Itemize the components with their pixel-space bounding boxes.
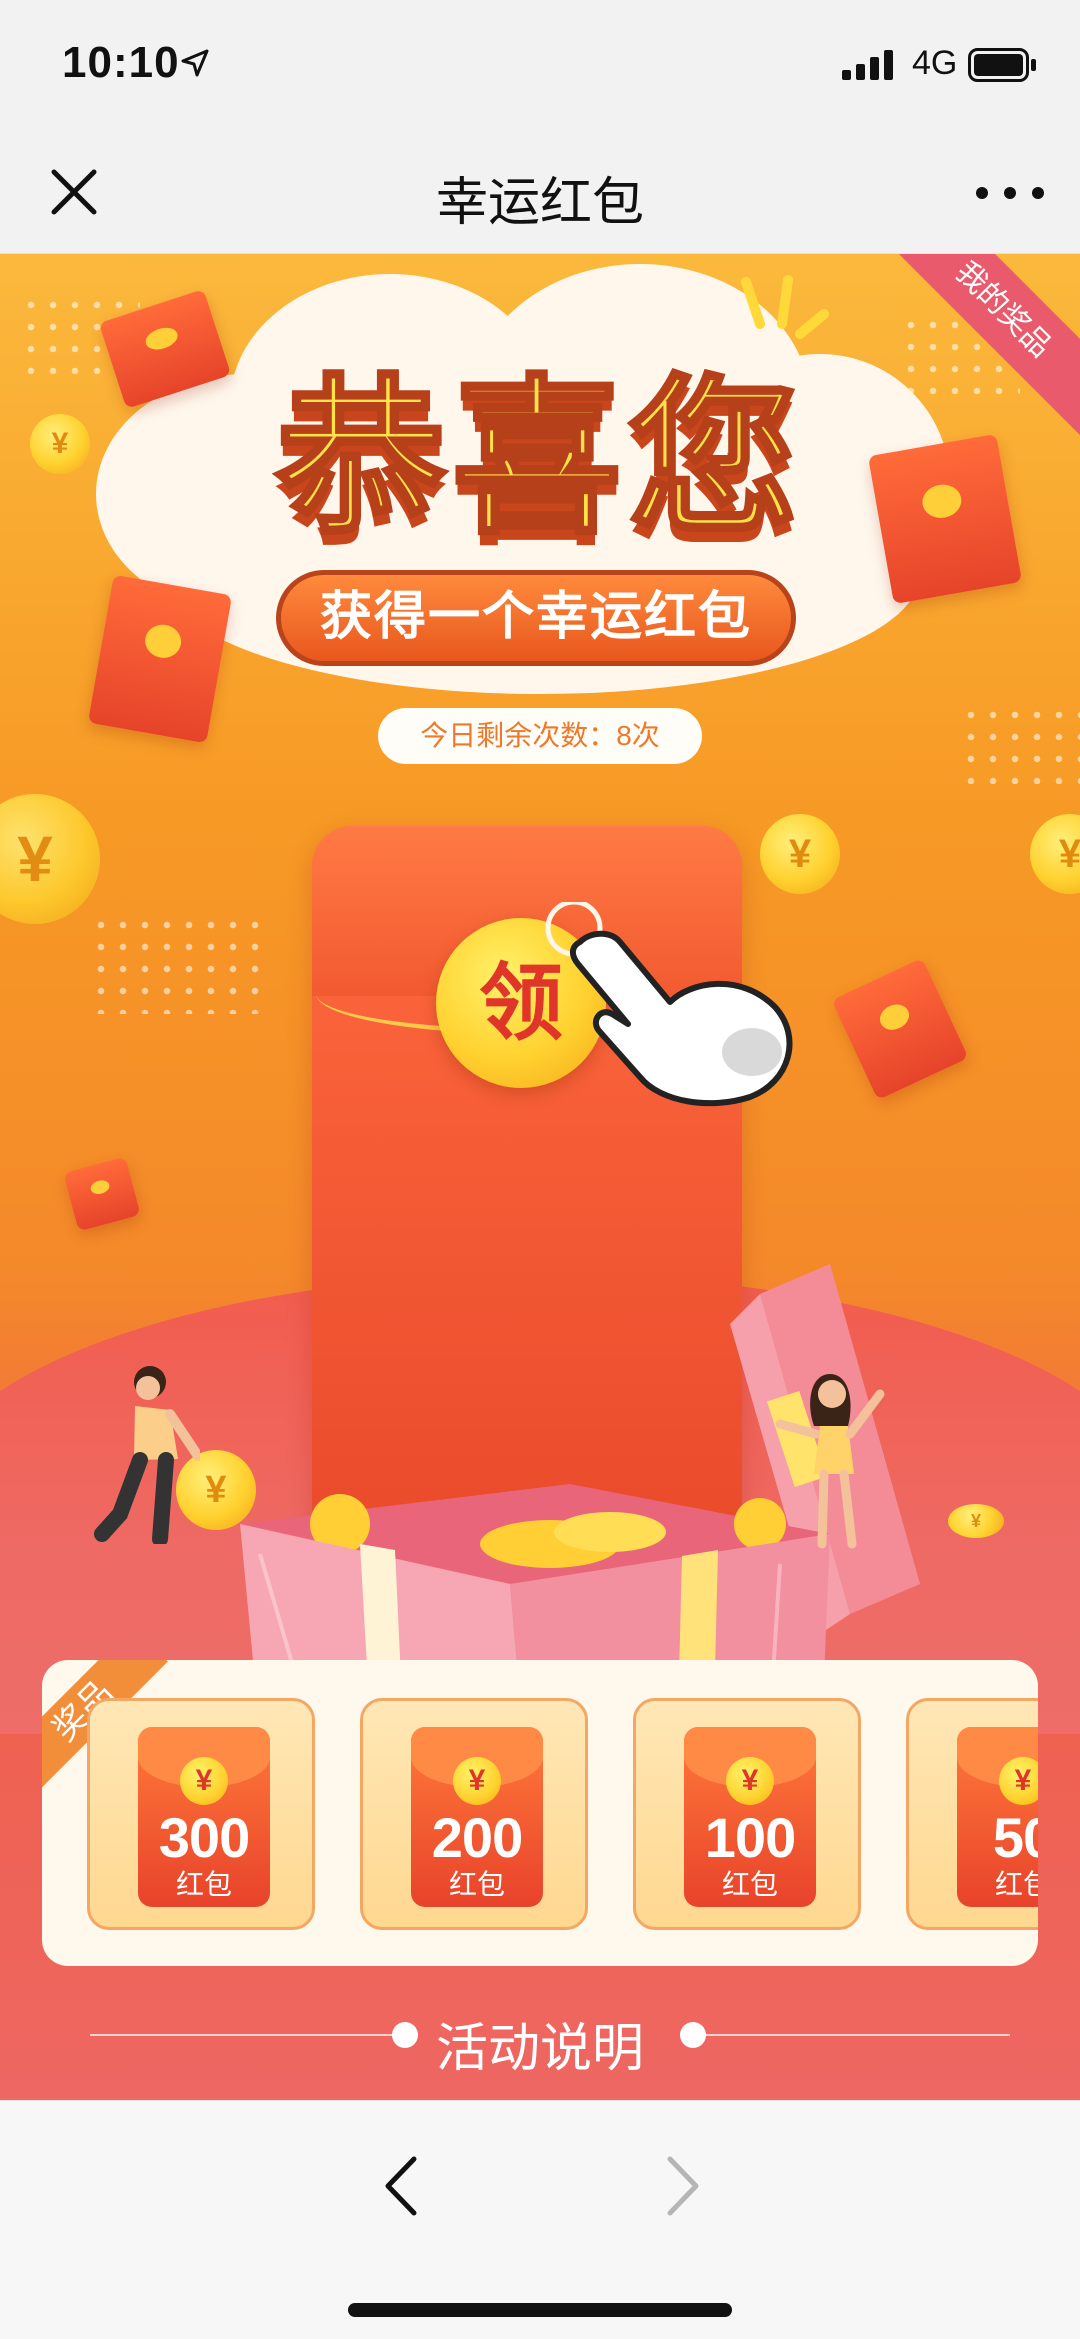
- yen-coin-icon: ¥: [453, 1757, 501, 1805]
- activity-rules-title[interactable]: 活动说明: [420, 2006, 660, 2081]
- man-figure: [94, 1366, 200, 1544]
- page-title: 幸运红包: [435, 174, 644, 232]
- floating-red-envelope: [831, 958, 969, 1100]
- prize-amount: 100: [704, 1806, 796, 1869]
- floating-coin: ¥: [760, 814, 840, 894]
- prize-envelope: ¥ 300 红包: [138, 1727, 270, 1907]
- prize-carousel[interactable]: ¥ 300 红包 ¥ 200 红包 ¥ 100 红包 ¥ 5 红包: [87, 1698, 1038, 1930]
- browser-toolbar: [0, 2100, 1080, 2339]
- promo-canvas: ¥ ¥ ¥ ¥ 恭喜您 恭喜您 获得一个幸运红包 今日剩余次数：8次 我的奖品: [0, 254, 1080, 2100]
- divider-dot: [392, 2022, 418, 2048]
- prize-item[interactable]: ¥ 50 红包: [906, 1698, 1038, 1930]
- prize-card: 奖品 ¥ 300 红包 ¥ 200 红包 ¥ 100 红包 ¥ 5 红包: [42, 1660, 1038, 1966]
- activity-rules[interactable]: 活动说明: [0, 1994, 1080, 2078]
- headline: 恭喜您: [274, 362, 804, 556]
- subheadline-banner: 获得一个幸运红包: [276, 570, 796, 666]
- divider-line: [700, 2034, 1010, 2036]
- prize-unit: 红包: [721, 1869, 778, 1900]
- battery-icon: [968, 48, 1036, 82]
- prize-envelope: ¥ 50 红包: [957, 1727, 1038, 1907]
- more-icon[interactable]: [970, 178, 1050, 208]
- chevron-right-icon[interactable]: [652, 2151, 712, 2221]
- prize-envelope: ¥ 100 红包: [684, 1727, 816, 1907]
- prize-item[interactable]: ¥ 100 红包: [633, 1698, 861, 1930]
- prize-unit: 红包: [175, 1869, 232, 1900]
- pointing-hand-icon: [545, 902, 793, 1107]
- yen-coin-icon: ¥: [999, 1757, 1038, 1805]
- prize-unit: 红包: [448, 1869, 505, 1900]
- prize-item[interactable]: ¥ 200 红包: [360, 1698, 588, 1930]
- floor-coin: ¥: [948, 1504, 1004, 1538]
- divider-line: [90, 2034, 400, 2036]
- floating-red-envelope: [63, 1156, 141, 1232]
- prize-unit: 红包: [994, 1869, 1038, 1900]
- prize-envelope: ¥ 200 红包: [411, 1727, 543, 1907]
- yen-coin-icon: ¥: [180, 1757, 228, 1805]
- home-indicator: [348, 2303, 732, 2317]
- prize-amount: 200: [431, 1806, 523, 1869]
- prize-item[interactable]: ¥ 300 红包: [87, 1698, 315, 1930]
- dot-pattern: [960, 704, 1080, 784]
- status-bar: 10:10 4G: [0, 0, 1080, 130]
- nav-bar: 幸运红包: [0, 130, 1080, 254]
- status-time: 10:10: [62, 38, 180, 87]
- floating-red-envelope: [87, 574, 233, 744]
- remaining-attempts: 今日剩余次数：8次: [378, 708, 702, 764]
- network-type: 4G: [912, 44, 958, 82]
- location-arrow-icon: [181, 49, 209, 77]
- floating-coin: ¥: [0, 794, 100, 924]
- chevron-left-icon[interactable]: [372, 2151, 432, 2221]
- signal-icon: [842, 50, 893, 80]
- dot-pattern: [90, 914, 260, 1014]
- woman-figure: [775, 1374, 885, 1549]
- prize-amount: 300: [158, 1806, 250, 1869]
- floating-coin: ¥: [1030, 814, 1080, 894]
- prize-amount: 50: [992, 1806, 1038, 1869]
- yen-coin-icon: ¥: [726, 1757, 774, 1805]
